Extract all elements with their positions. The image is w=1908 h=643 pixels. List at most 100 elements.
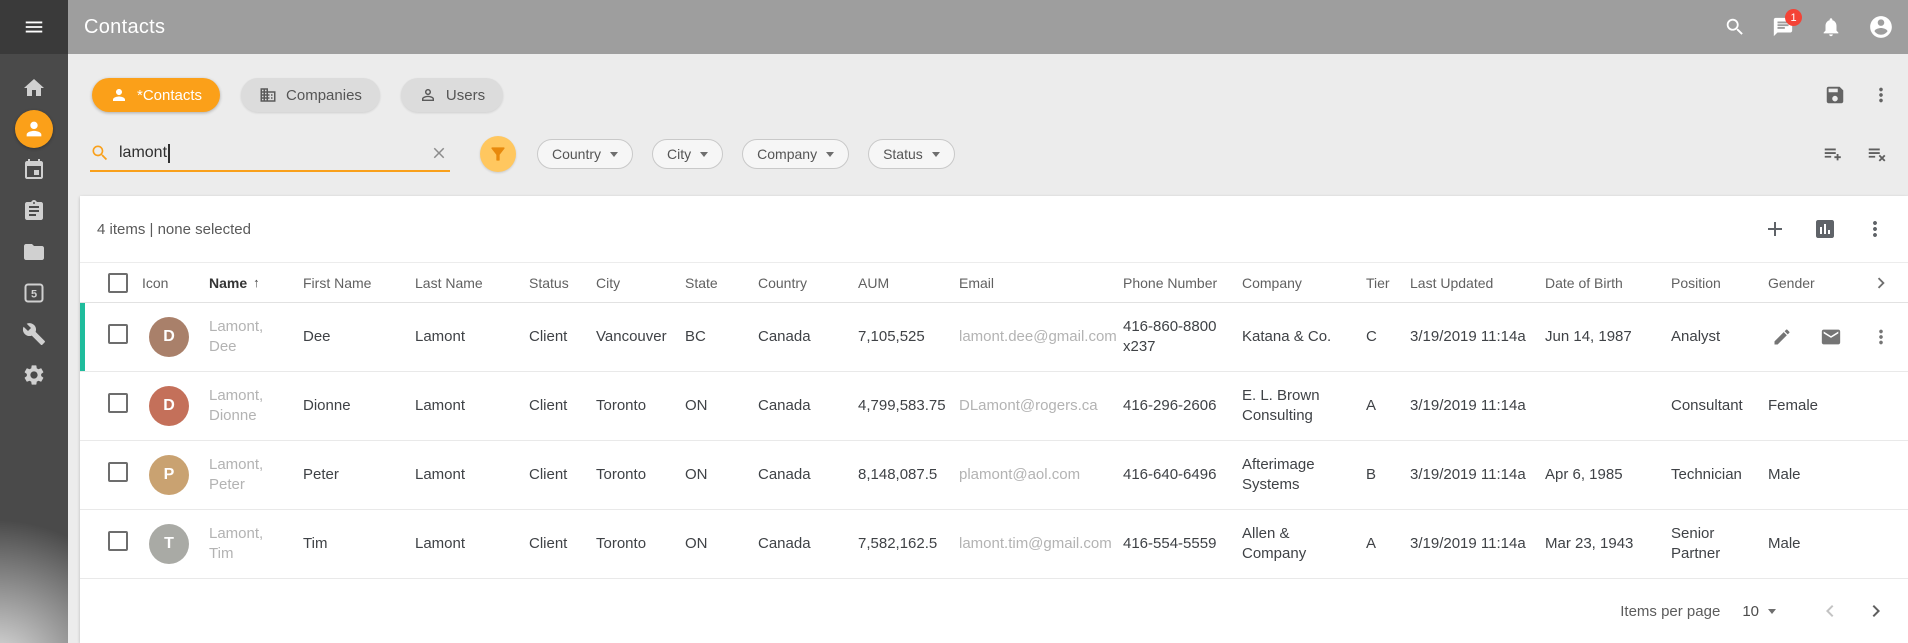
table-row[interactable]: D Lamont, Dee Dee Lamont Client Vancouve… (80, 303, 1908, 372)
row-checkbox[interactable] (108, 462, 128, 482)
column-header-aum[interactable]: AUM (858, 275, 959, 291)
column-header-city[interactable]: City (596, 275, 685, 291)
avatar-initial: T (164, 534, 174, 554)
save-view-button[interactable] (1824, 84, 1846, 106)
clipboard-icon (22, 199, 46, 223)
column-header-phone[interactable]: Phone Number (1123, 275, 1242, 291)
column-header-country[interactable]: Country (758, 275, 858, 291)
page-size-select[interactable]: 10 (1742, 603, 1776, 620)
chevron-right-icon (1864, 599, 1888, 623)
table-row[interactable]: D Lamont, Dionne Dionne Lamont Client To… (80, 372, 1908, 441)
items-per-page-label: Items per page (1620, 603, 1720, 620)
previous-page-button[interactable] (1818, 599, 1842, 623)
filter-status[interactable]: Status (868, 139, 955, 169)
sidebar-item-home[interactable] (0, 67, 68, 108)
select-all-checkbox[interactable] (108, 273, 128, 293)
cell-aum: 7,105,525 (858, 327, 959, 347)
cell-select (80, 531, 142, 557)
sidebar-item-files[interactable] (0, 231, 68, 272)
table-row[interactable]: P Lamont, Peter Peter Lamont Client Toro… (80, 441, 1908, 510)
tab-contacts[interactable]: *Contacts (92, 78, 220, 112)
row-checkbox[interactable] (108, 531, 128, 551)
column-header-position[interactable]: Position (1671, 275, 1768, 291)
tabs-menu-button[interactable] (1870, 84, 1892, 106)
folder-icon (22, 240, 46, 264)
column-header-first-name[interactable]: First Name (303, 275, 415, 291)
search-field-icon-wrap (90, 143, 110, 163)
calendar-icon (22, 158, 46, 182)
column-header-last-name[interactable]: Last Name (415, 275, 529, 291)
cell-aum: 7,582,162.5 (858, 534, 959, 554)
column-header-gender[interactable]: Gender (1768, 275, 1858, 291)
table-row[interactable]: T Lamont, Tim Tim Lamont Client Toronto … (80, 510, 1908, 579)
row-actions (1766, 326, 1892, 348)
column-header-date-of-birth[interactable]: Date of Birth (1545, 275, 1671, 291)
sidebar-item-calendar[interactable] (0, 149, 68, 190)
filter-button[interactable] (480, 136, 516, 172)
notifications-button[interactable] (1820, 16, 1842, 38)
search-input[interactable]: lamont (119, 144, 419, 163)
sidebar-item-contacts[interactable] (0, 108, 68, 149)
search-button[interactable] (1724, 16, 1746, 38)
row-menu-button[interactable] (1870, 326, 1892, 348)
chevron-right-icon (1870, 272, 1892, 294)
cell-tier: A (1366, 396, 1410, 416)
kebab-icon (1870, 84, 1892, 106)
scroll-columns-right-button[interactable] (1858, 272, 1908, 294)
chevron-down-icon (932, 152, 940, 157)
tab-label: Companies (286, 87, 362, 104)
playlist-remove-icon (1866, 143, 1888, 165)
account-button[interactable] (1868, 14, 1894, 40)
tab-users[interactable]: Users (401, 78, 503, 112)
cell-name: Lamont, Dionne (209, 386, 303, 426)
menu-button[interactable] (0, 0, 68, 54)
table-menu-button[interactable] (1863, 217, 1887, 241)
sidebar-item-tasks[interactable] (0, 190, 68, 231)
sidebar: 5 (0, 0, 68, 643)
column-label: Icon (142, 275, 168, 291)
chevron-down-icon (700, 152, 708, 157)
sidebar-item-five[interactable]: 5 (0, 272, 68, 313)
cell-first-name: Tim (303, 534, 415, 554)
column-header-email[interactable]: Email (959, 275, 1123, 291)
filter-country[interactable]: Country (537, 139, 633, 169)
column-header-name[interactable]: Name↑ (209, 275, 303, 291)
column-header-tier[interactable]: Tier (1366, 275, 1410, 291)
person-icon (110, 86, 128, 104)
sidebar-item-tools[interactable] (0, 313, 68, 354)
column-header-company[interactable]: Company (1242, 275, 1366, 291)
column-label: Status (529, 275, 569, 291)
add-to-list-button[interactable] (1822, 143, 1844, 165)
cell-tier: A (1366, 534, 1410, 554)
filter-company[interactable]: Company (742, 139, 849, 169)
column-label: Name (209, 275, 247, 291)
cell-country: Canada (758, 534, 858, 554)
card-header: 4 items | none selected (80, 196, 1908, 263)
row-edit-button[interactable] (1772, 327, 1792, 347)
next-page-button[interactable] (1864, 599, 1888, 623)
row-email-button[interactable] (1820, 326, 1842, 348)
column-label: Position (1671, 275, 1721, 291)
clear-search-button[interactable] (428, 142, 450, 164)
add-contact-button[interactable] (1763, 217, 1787, 241)
filter-label: City (667, 146, 691, 162)
column-header-state[interactable]: State (685, 275, 758, 291)
avatar: P (149, 455, 189, 495)
column-header-icon[interactable]: Icon (142, 275, 209, 291)
column-header-last-updated[interactable]: Last Updated (1410, 275, 1545, 291)
cell-status: Client (529, 396, 596, 416)
messages-button[interactable]: 1 (1772, 16, 1794, 38)
sidebar-item-settings[interactable] (0, 354, 68, 395)
bell-icon (1820, 16, 1842, 38)
row-checkbox[interactable] (108, 324, 128, 344)
filter-label: Country (552, 146, 601, 162)
column-label: Country (758, 275, 807, 291)
column-header-status[interactable]: Status (529, 275, 596, 291)
tab-companies[interactable]: Companies (241, 78, 380, 112)
cell-last-name: Lamont (415, 534, 529, 554)
chart-view-button[interactable] (1813, 217, 1837, 241)
cell-gender: Male (1768, 534, 1858, 554)
clear-list-button[interactable] (1866, 143, 1888, 165)
row-checkbox[interactable] (108, 393, 128, 413)
filter-city[interactable]: City (652, 139, 723, 169)
